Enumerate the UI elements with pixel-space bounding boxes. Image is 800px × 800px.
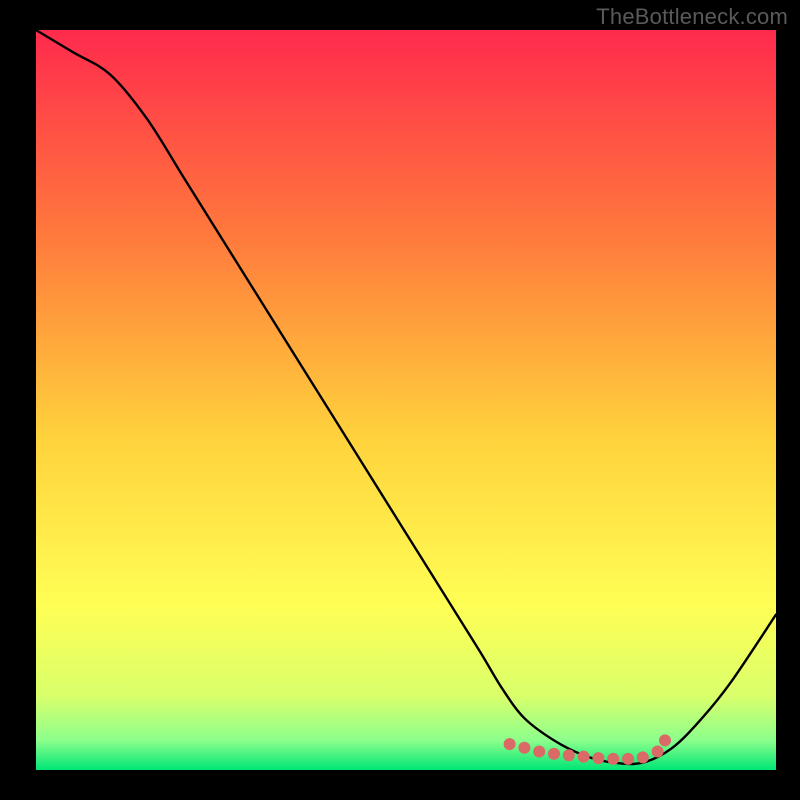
valley-dot: [504, 738, 516, 750]
valley-dot: [533, 746, 545, 758]
plot-gradient-background: [36, 30, 776, 770]
watermark-text: TheBottleneck.com: [596, 4, 788, 30]
chart-frame: TheBottleneck.com: [0, 0, 800, 800]
valley-dot: [622, 753, 634, 765]
valley-dot: [637, 751, 649, 763]
valley-dot: [652, 746, 664, 758]
valley-dot: [563, 749, 575, 761]
valley-dot: [592, 752, 604, 764]
bottleneck-chart: [0, 0, 800, 800]
valley-dot: [518, 742, 530, 754]
valley-dot: [607, 753, 619, 765]
valley-dot: [548, 748, 560, 760]
valley-dot: [578, 751, 590, 763]
valley-dot: [659, 734, 671, 746]
